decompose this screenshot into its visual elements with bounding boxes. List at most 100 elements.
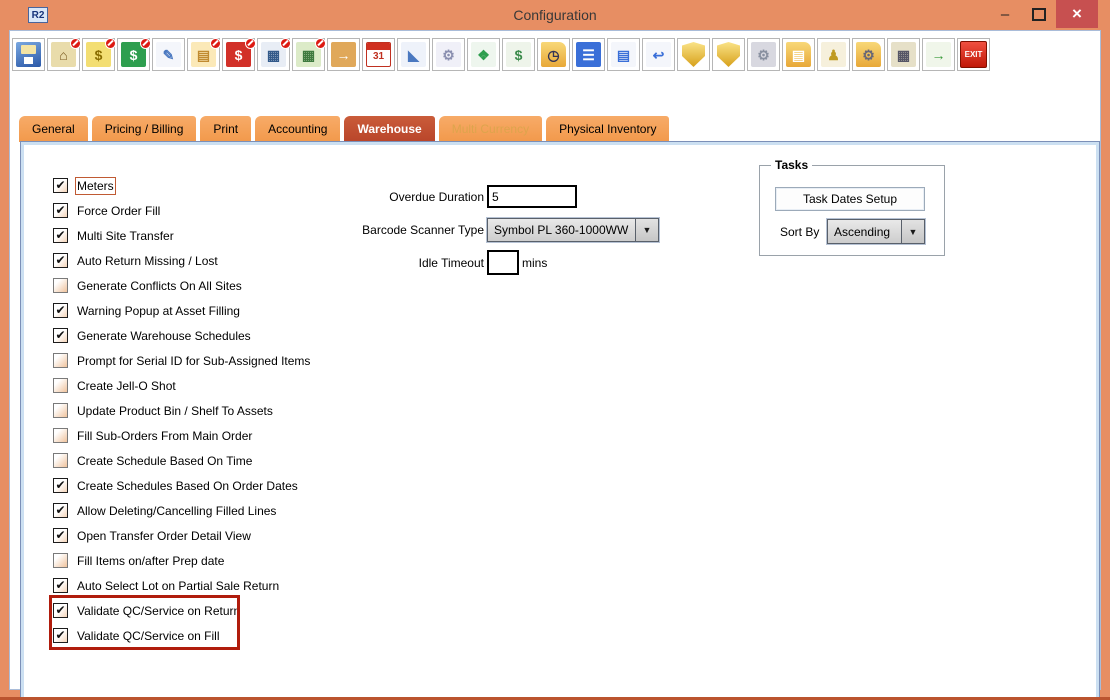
- highlight-annotation-box: [49, 595, 240, 650]
- close-button[interactable]: ×: [1056, 0, 1098, 28]
- measure-tools-button[interactable]: ◣: [397, 38, 430, 71]
- document-assets-icon: ▤: [611, 42, 636, 67]
- checkmark-icon: ✔: [55, 179, 65, 191]
- spreadsheet-icon: ▦: [296, 42, 321, 67]
- tab-bar: GeneralPricing / BillingPrintAccountingW…: [18, 115, 670, 142]
- dropdown-arrow-icon[interactable]: ▼: [901, 220, 924, 243]
- option-row: ✔Create Schedules Based On Order Dates: [53, 473, 310, 498]
- document-return-button[interactable]: ↩: [642, 38, 675, 71]
- folder-settings-button[interactable]: ⚙: [852, 38, 885, 71]
- checkbox-fill-items-on-after-prep-date[interactable]: [53, 553, 68, 568]
- idle-timeout-input[interactable]: [487, 250, 519, 275]
- tab-print[interactable]: Print: [199, 115, 252, 142]
- checkbox-update-product-bin-shelf-to-assets[interactable]: [53, 403, 68, 418]
- minimize-button[interactable]: –: [988, 0, 1022, 28]
- folder-documents-button[interactable]: ▤: [782, 38, 815, 71]
- option-label: Fill Items on/after Prep date: [77, 554, 224, 568]
- document-transfer-button[interactable]: →: [922, 38, 955, 71]
- payment-button[interactable]: $: [222, 38, 255, 71]
- tab-general[interactable]: General: [18, 115, 89, 142]
- checkbox-generate-warehouse-schedules[interactable]: ✔: [53, 328, 68, 343]
- calculator-settings-button[interactable]: ▦: [887, 38, 920, 71]
- checkbox-allow-deleting-cancelling-filled-lines[interactable]: ✔: [53, 503, 68, 518]
- sort-by-label: Sort By: [780, 225, 819, 239]
- barcode-scanner-type-value: Symbol PL 360-1000WW: [488, 223, 628, 237]
- checkbox-warning-popup-at-asset-filling[interactable]: ✔: [53, 303, 68, 318]
- grid-table-button[interactable]: ▦: [257, 38, 290, 71]
- edit-document-button[interactable]: ✎: [152, 38, 185, 71]
- products-cubes-icon: ❖: [471, 42, 496, 67]
- exit-icon: EXIT: [960, 41, 987, 68]
- task-dates-setup-button[interactable]: Task Dates Setup: [775, 187, 925, 211]
- sort-by-value: Ascending: [828, 225, 890, 239]
- alert-badge-icon: [140, 38, 151, 49]
- products-cubes-button[interactable]: ❖: [467, 38, 500, 71]
- checkbox-create-jell-o-shot[interactable]: [53, 378, 68, 393]
- option-row: ✔Open Transfer Order Detail View: [53, 523, 310, 548]
- option-row: Update Product Bin / Shelf To Assets: [53, 398, 310, 423]
- document-assets-button[interactable]: ▤: [607, 38, 640, 71]
- calculator-settings-icon: ▦: [891, 42, 916, 67]
- option-row: Create Jell-O Shot: [53, 373, 310, 398]
- toolbar: ⌂$$✎▤$▦▦→31◣⚙❖$◷☰▤↩⚙▤♟⚙▦→EXIT: [12, 38, 990, 71]
- checkbox-create-schedule-based-on-time[interactable]: [53, 453, 68, 468]
- security-user-button[interactable]: [712, 38, 745, 71]
- checkmark-icon: ✔: [55, 504, 65, 516]
- checkmark-icon: ✔: [55, 254, 65, 266]
- sort-by-select[interactable]: Ascending ▼: [827, 219, 925, 244]
- checkbox-open-transfer-order-detail-view[interactable]: ✔: [53, 528, 68, 543]
- invoice-button[interactable]: $: [117, 38, 150, 71]
- option-row: ✔Generate Warehouse Schedules: [53, 323, 310, 348]
- idle-timeout-label: Idle Timeout: [324, 256, 484, 270]
- option-row: Create Schedule Based On Time: [53, 448, 310, 473]
- security-user-icon: [716, 42, 741, 67]
- checkbox-auto-return-missing-lost[interactable]: ✔: [53, 253, 68, 268]
- checkbox-auto-select-lot-on-partial-sale-return[interactable]: ✔: [53, 578, 68, 593]
- maximize-button[interactable]: [1022, 0, 1056, 28]
- exit-button[interactable]: EXIT: [957, 38, 990, 71]
- option-row: ✔Force Order Fill: [53, 198, 310, 223]
- close-icon: ×: [1072, 4, 1082, 24]
- overdue-duration-input[interactable]: [487, 185, 577, 208]
- tasks-group: Tasks Task Dates Setup Sort By Ascending…: [759, 165, 945, 256]
- checkbox-fill-sub-orders-from-main-order[interactable]: [53, 428, 68, 443]
- form-designer-button[interactable]: ☰: [572, 38, 605, 71]
- shop-order-button[interactable]: ⌂: [47, 38, 80, 71]
- asset-trophy-button[interactable]: ♟: [817, 38, 850, 71]
- settings-gears-button[interactable]: ⚙: [432, 38, 465, 71]
- option-row: Fill Items on/after Prep date: [53, 548, 310, 573]
- checkbox-create-schedules-based-on-order-dates[interactable]: ✔: [53, 478, 68, 493]
- tab-pricing-billing[interactable]: Pricing / Billing: [91, 115, 198, 142]
- edit-document-icon: ✎: [156, 42, 181, 67]
- folder-history-button[interactable]: ◷: [537, 38, 570, 71]
- save-button[interactable]: [12, 38, 45, 71]
- calendar-button[interactable]: 31: [362, 38, 395, 71]
- cash-coins-button[interactable]: $: [82, 38, 115, 71]
- tab-warehouse[interactable]: Warehouse: [343, 115, 435, 142]
- checkmark-icon: ✔: [55, 229, 65, 241]
- tab-accounting[interactable]: Accounting: [254, 115, 341, 142]
- lock-transfer-icon: →: [331, 42, 356, 67]
- checkbox-generate-conflicts-on-all-sites[interactable]: [53, 278, 68, 293]
- tab-physical-inventory[interactable]: Physical Inventory: [545, 115, 670, 142]
- checkbox-prompt-for-serial-id-for-sub-assigned-items[interactable]: [53, 353, 68, 368]
- dropdown-arrow-icon[interactable]: ▼: [635, 219, 658, 241]
- purchase-form-button[interactable]: ▤: [187, 38, 220, 71]
- purchase-form-icon: ▤: [191, 42, 216, 67]
- checkbox-multi-site-transfer[interactable]: ✔: [53, 228, 68, 243]
- barcode-scanner-settings-button[interactable]: ⚙: [747, 38, 780, 71]
- lock-transfer-button[interactable]: →: [327, 38, 360, 71]
- option-row: ✔Allow Deleting/Cancelling Filled Lines: [53, 498, 310, 523]
- barcode-scanner-type-select[interactable]: Symbol PL 360-1000WW ▼: [487, 218, 659, 242]
- spreadsheet-button[interactable]: ▦: [292, 38, 325, 71]
- security-search-button[interactable]: [677, 38, 710, 71]
- settings-gears-icon: ⚙: [436, 42, 461, 67]
- folder-settings-icon: ⚙: [856, 42, 881, 67]
- option-label: Auto Select Lot on Partial Sale Return: [77, 579, 279, 593]
- option-label: Fill Sub-Orders From Main Order: [77, 429, 252, 443]
- checkbox-force-order-fill[interactable]: ✔: [53, 203, 68, 218]
- checkbox-meters[interactable]: ✔: [53, 178, 68, 193]
- price-tag-settings-button[interactable]: $: [502, 38, 535, 71]
- alert-badge-icon: [245, 38, 256, 49]
- tasks-group-title: Tasks: [771, 158, 812, 172]
